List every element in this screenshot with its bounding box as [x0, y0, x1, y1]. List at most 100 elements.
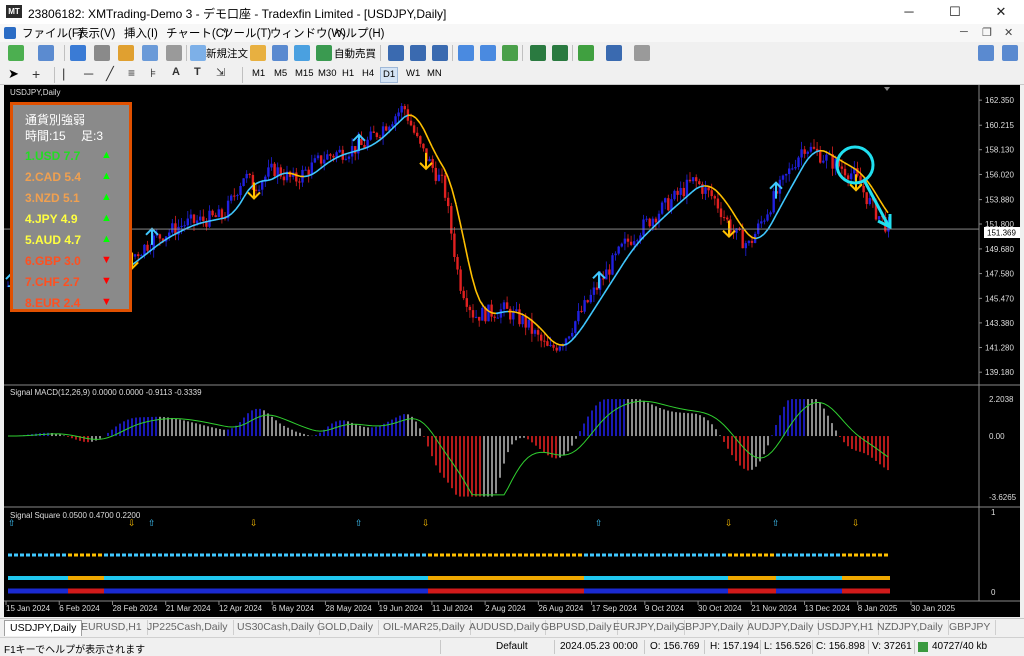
menu-insert[interactable]: 挿入(I): [124, 25, 158, 41]
minimize-button[interactable]: ─: [886, 0, 932, 24]
channel-icon[interactable]: ≡: [128, 66, 144, 82]
ma-segment: [236, 204, 240, 209]
strength-time-label: 時間:15: [25, 127, 66, 144]
close-button[interactable]: ✕: [978, 0, 1024, 24]
chart-tab[interactable]: USDJPY,H1: [812, 620, 879, 635]
chart-tab[interactable]: US30Cash,Daily: [232, 620, 320, 635]
square-mark: [764, 589, 770, 594]
menu-help[interactable]: ヘルプ(H): [334, 25, 384, 41]
chart-tab[interactable]: USDJPY,Daily: [4, 620, 82, 636]
square-mark: [110, 576, 116, 580]
price-chart[interactable]: ⇧⇧⇩⇩⇧⇩⇧⇩⇧⇩ USDJPY,Daily Signal MACD(12,2…: [4, 85, 1020, 617]
menu-chart[interactable]: チャート(C): [166, 25, 228, 41]
new-order-button[interactable]: 新規注文: [206, 46, 248, 61]
timeframe-m5[interactable]: M5: [272, 67, 289, 81]
square-mark: [668, 576, 674, 580]
macd-bar: [763, 436, 765, 454]
chart-tab[interactable]: JP225Cash,Daily: [142, 620, 234, 635]
chart-tab[interactable]: GBPJPY,Daily: [672, 620, 749, 635]
vertical-line-icon[interactable]: |: [62, 66, 78, 82]
tile-windows-icon[interactable]: [502, 45, 518, 61]
menu-view[interactable]: 表示(V): [77, 25, 115, 41]
ma-segment: [732, 211, 736, 217]
chart-tab[interactable]: NZDJPY,Daily: [872, 620, 949, 635]
cursor-icon[interactable]: ➤: [8, 66, 24, 82]
macd-bar: [207, 426, 209, 436]
fibonacci-icon[interactable]: ⊧: [150, 66, 166, 82]
square-mark: [872, 554, 876, 557]
macd-label: Signal MACD(12,26,9) 0.0000 0.0000 -0.91…: [10, 388, 202, 397]
candle-body: [435, 168, 437, 181]
timeframe-d1[interactable]: D1: [380, 67, 398, 83]
price-tick-label: 141.280: [985, 344, 1014, 353]
square-mark: [728, 576, 734, 580]
chart-tab[interactable]: GOLD,Daily: [312, 620, 379, 635]
chart-tab[interactable]: GBPJPY: [944, 620, 996, 635]
text-label-icon[interactable]: T: [194, 66, 210, 82]
mdi-close-icon[interactable]: ✕: [1004, 26, 1013, 39]
auto-trading-icon[interactable]: [316, 45, 332, 61]
search-icon[interactable]: [978, 45, 994, 61]
chart-tab[interactable]: GBPUSD,Daily: [536, 620, 618, 635]
new-chart-icon[interactable]: [8, 45, 24, 61]
timeframe-m30[interactable]: M30: [316, 67, 338, 81]
chart-tab[interactable]: AUDUSD,Daily: [464, 620, 546, 635]
mdi-minimize-icon[interactable]: ─: [960, 26, 968, 38]
chart-tab[interactable]: OIL-MAR25,Daily: [378, 620, 471, 635]
signals-icon[interactable]: [272, 45, 288, 61]
candle-body: [633, 241, 635, 245]
mdi-restore-icon[interactable]: ❐: [982, 26, 992, 39]
chart-shift-icon[interactable]: [552, 45, 568, 61]
ma-segment: [476, 291, 480, 301]
menu-tools[interactable]: ツール(T): [222, 25, 271, 41]
timeframe-m1[interactable]: M1: [250, 67, 267, 81]
chart-tab[interactable]: AUDJPY,Daily: [742, 620, 819, 635]
market-icon[interactable]: [294, 45, 310, 61]
line-chart-icon[interactable]: [432, 45, 448, 61]
chart-window[interactable]: ⇧⇧⇩⇩⇧⇩⇧⇩⇧⇩ USDJPY,Daily Signal MACD(12,2…: [4, 85, 1020, 617]
ma-segment: [800, 165, 804, 172]
new-order-icon[interactable]: [190, 45, 206, 61]
data-window-icon[interactable]: [94, 45, 110, 61]
horizontal-line-icon[interactable]: ─: [84, 66, 100, 82]
community-icon[interactable]: [1002, 45, 1018, 61]
text-icon[interactable]: A: [172, 66, 188, 82]
bar-chart-icon[interactable]: [388, 45, 404, 61]
navigator-icon[interactable]: [118, 45, 134, 61]
ma-segment: [376, 140, 380, 143]
candlestick-icon[interactable]: [410, 45, 426, 61]
auto-scroll-icon[interactable]: [530, 45, 546, 61]
macd-bar: [727, 436, 729, 449]
candle-body: [329, 154, 331, 156]
macd-bar: [319, 433, 321, 436]
metaeditor-icon[interactable]: [250, 45, 266, 61]
timeframe-h4[interactable]: H4: [360, 67, 376, 81]
timeframe-w1[interactable]: W1: [404, 67, 422, 81]
trendline-icon[interactable]: ╱: [106, 66, 122, 82]
maximize-button[interactable]: ☐: [932, 0, 978, 24]
square-mark: [368, 554, 372, 557]
market-watch-icon[interactable]: [70, 45, 86, 61]
zoom-out-icon[interactable]: [480, 45, 496, 61]
tester-icon[interactable]: [166, 45, 182, 61]
square-mark: [842, 589, 848, 594]
arrows-icon[interactable]: ⇲: [216, 66, 232, 82]
square-mark: [662, 554, 666, 557]
profiles-icon[interactable]: [38, 45, 54, 61]
timeframe-h1[interactable]: H1: [340, 67, 356, 81]
ma-segment: [776, 208, 780, 215]
terminal-icon[interactable]: [142, 45, 158, 61]
menu-file[interactable]: ファイル(F): [22, 25, 83, 41]
chart-tab[interactable]: EURUSD,H1: [76, 620, 148, 635]
timeframe-m15[interactable]: M15: [293, 67, 315, 81]
macd-bar: [843, 436, 845, 442]
periods-icon[interactable]: [606, 45, 622, 61]
crosshair-icon[interactable]: +: [32, 66, 48, 82]
square-mark: [44, 576, 50, 580]
indicators-icon[interactable]: [578, 45, 594, 61]
zoom-in-icon[interactable]: [458, 45, 474, 61]
auto-trading-button[interactable]: 自動売買: [334, 46, 376, 61]
templates-icon[interactable]: [634, 45, 650, 61]
timeframe-mn[interactable]: MN: [425, 67, 444, 81]
ma-segment: [540, 328, 544, 332]
